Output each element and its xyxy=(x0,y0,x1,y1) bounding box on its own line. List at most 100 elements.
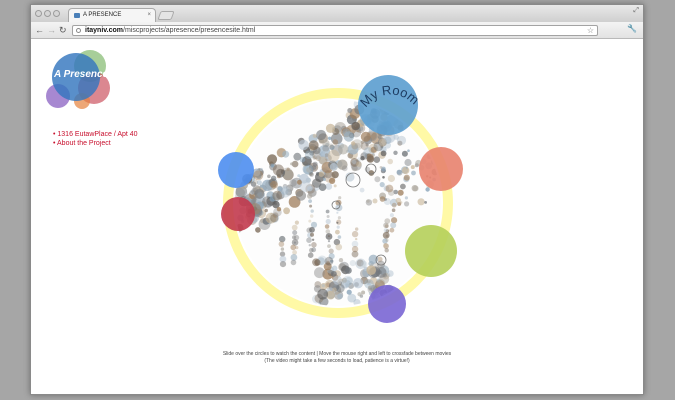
video-particle xyxy=(393,150,398,155)
back-button[interactable]: ← xyxy=(35,24,44,36)
video-particle xyxy=(255,227,261,233)
red-bubble[interactable] xyxy=(221,197,255,231)
video-particle xyxy=(387,270,394,277)
fullscreen-icon[interactable]: ⤢ xyxy=(633,7,639,15)
video-particle xyxy=(341,165,348,172)
video-particle xyxy=(395,197,402,204)
video-particle xyxy=(359,187,365,193)
wrench-menu-icon[interactable]: 🔧 xyxy=(627,24,637,33)
presence-visualization[interactable]: My Room xyxy=(31,39,644,395)
video-particle xyxy=(295,190,307,201)
video-particle xyxy=(425,187,430,192)
video-particle xyxy=(387,174,395,183)
video-particle xyxy=(349,260,356,267)
new-tab-button[interactable] xyxy=(157,11,175,20)
video-particle xyxy=(312,161,318,167)
video-particle xyxy=(309,226,315,233)
video-particle xyxy=(276,207,282,212)
video-particle xyxy=(290,259,297,266)
video-particle xyxy=(309,172,314,177)
video-particle xyxy=(383,243,388,248)
salmon-bubble[interactable] xyxy=(419,147,463,191)
reload-button[interactable]: ↻ xyxy=(59,24,67,36)
video-particle xyxy=(405,166,408,169)
video-particle xyxy=(317,288,329,300)
video-particle xyxy=(347,108,353,113)
video-particle xyxy=(355,237,358,241)
video-particle xyxy=(327,149,340,162)
video-particle xyxy=(403,174,410,181)
video-particle xyxy=(279,261,287,268)
video-particle xyxy=(383,228,389,233)
video-particle xyxy=(244,192,250,198)
video-particle xyxy=(325,209,330,214)
video-particle xyxy=(325,218,331,225)
video-particle xyxy=(338,258,344,263)
video-particle xyxy=(366,265,377,275)
video-particle xyxy=(328,143,334,149)
video-particle xyxy=(312,258,320,267)
video-particle xyxy=(336,225,340,229)
video-particle xyxy=(352,278,364,289)
close-window-button[interactable] xyxy=(35,10,42,17)
instructions-line-2: (The video might take a few seconds to l… xyxy=(264,358,410,364)
video-particle xyxy=(378,138,387,147)
tab-close-icon[interactable]: × xyxy=(147,9,151,22)
video-particle xyxy=(352,159,357,165)
video-particle xyxy=(417,198,425,206)
video-particle xyxy=(336,284,345,293)
minimize-window-button[interactable] xyxy=(44,10,51,17)
video-particle xyxy=(307,252,314,258)
video-particle xyxy=(332,287,337,293)
url-text: itayniv.com/miscprojects/apresence/prese… xyxy=(85,27,256,34)
video-particle xyxy=(312,133,317,138)
video-particle xyxy=(278,241,285,247)
video-particle xyxy=(335,243,343,251)
video-particle xyxy=(379,196,386,202)
forward-button[interactable]: → xyxy=(47,24,56,36)
video-particle xyxy=(336,211,339,214)
video-particle xyxy=(357,292,362,297)
browser-tab[interactable]: A PRESENCE × xyxy=(68,8,156,22)
video-particle xyxy=(316,129,327,141)
green-bubble[interactable] xyxy=(405,225,457,277)
video-particle xyxy=(382,176,385,179)
video-particle xyxy=(366,155,375,163)
video-particle xyxy=(382,273,387,278)
purple-bubble[interactable] xyxy=(368,285,406,323)
video-particle xyxy=(282,150,290,158)
video-particle xyxy=(329,163,338,171)
video-particle xyxy=(311,242,317,248)
video-particle xyxy=(256,180,262,186)
video-particle xyxy=(397,189,404,196)
video-particle xyxy=(380,150,387,157)
instructions-line-1: Slide over the circles to watch the cont… xyxy=(222,351,452,357)
video-particle xyxy=(319,156,327,165)
video-particle xyxy=(308,244,311,247)
video-particle xyxy=(326,215,330,218)
video-particle xyxy=(270,180,278,189)
video-particle xyxy=(364,279,374,289)
video-particle xyxy=(404,158,412,167)
video-particle xyxy=(283,207,290,215)
video-particle xyxy=(337,216,341,220)
video-particle xyxy=(270,164,275,168)
blue-bubble[interactable] xyxy=(218,152,254,188)
video-particle xyxy=(272,190,283,201)
video-particle xyxy=(294,220,299,225)
video-particle xyxy=(400,183,406,190)
video-particle xyxy=(298,139,309,151)
address-bar[interactable]: itayniv.com/miscprojects/apresence/prese… xyxy=(72,25,598,36)
video-particle xyxy=(253,170,264,181)
video-particle xyxy=(385,184,394,193)
bookmark-star-icon[interactable]: ☆ xyxy=(587,26,594,36)
video-particle xyxy=(342,275,354,287)
video-particle xyxy=(347,293,357,303)
video-particle xyxy=(325,229,331,234)
video-particle xyxy=(338,196,342,200)
video-particle xyxy=(345,267,352,274)
video-particle xyxy=(324,224,330,229)
video-particle xyxy=(306,237,312,243)
zoom-window-button[interactable] xyxy=(53,10,60,17)
tab-title: A PRESENCE xyxy=(83,12,122,18)
